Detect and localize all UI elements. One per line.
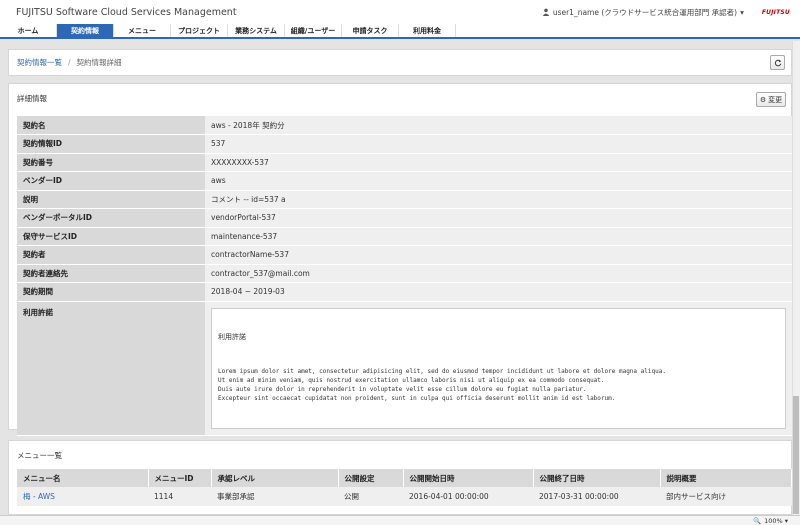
detail-key: 契約者 xyxy=(17,245,205,265)
details-title: 詳細情報 xyxy=(17,94,47,103)
detail-key: 契約名 xyxy=(17,116,205,135)
detail-value: XXXXXXXX-537 xyxy=(205,153,792,172)
nav-menu[interactable]: メニュー xyxy=(114,24,171,37)
menu-list-title: メニュー一覧 xyxy=(17,451,62,460)
detail-row: 説明 コメント -- id=537 a xyxy=(17,190,792,209)
details-table: 契約名 aws - 2018年 契約分 契約情報ID 537 契約番号 XXXXXXX… xyxy=(17,116,792,436)
main-nav: ホーム 契約情報 メニュー プロジェクト 業務システム 組織/ユーザー 申請タス… xyxy=(0,24,800,39)
detail-value: 537 xyxy=(205,134,792,154)
detail-key: 保守サービスID xyxy=(17,227,205,246)
user-name: user1_name (クラウドサービス統合運用部門 承認者) xyxy=(552,7,738,17)
zoom-level[interactable]: 100% xyxy=(764,517,783,525)
detail-row: 保守サービスID maintenance-537 xyxy=(17,227,792,246)
license-box: 利用許諾 Lorem ipsum dolor sit amet, consect… xyxy=(211,307,786,429)
detail-row-license: 利用許諾 利用許諾 Lorem ipsum dolor sit amet, co… xyxy=(17,301,792,436)
detail-value: contractorName-537 xyxy=(205,245,792,265)
table-cell: 公開 xyxy=(338,487,403,506)
detail-row: 契約番号 XXXXXXXX-537 xyxy=(17,153,792,172)
scrollbar-thumb[interactable] xyxy=(793,396,799,514)
column-header[interactable]: 公開終了日時 xyxy=(533,469,661,487)
detail-row: 契約情報ID 537 xyxy=(17,134,792,154)
detail-value: 2018-04 ~ 2019-03 xyxy=(205,282,792,302)
nav-projects[interactable]: プロジェクト xyxy=(171,24,228,37)
menu-table: メニュー名 メニューID 承認レベル 公開設定 公開開始日時 公開終了日時 説明… xyxy=(17,469,792,506)
refresh-icon xyxy=(774,59,781,66)
license-title: 利用許諾 xyxy=(218,332,246,341)
column-header[interactable]: 承認レベル xyxy=(211,469,339,487)
caret-down-icon: ▾ xyxy=(740,7,744,17)
breadcrumb-contract-list[interactable]: 契約情報一覧 xyxy=(17,57,62,68)
detail-row: 契約者連絡先 contractor_537@mail.com xyxy=(17,264,792,283)
zoom-icon: 🔍 xyxy=(753,516,762,525)
nav-home[interactable]: ホーム xyxy=(0,24,57,37)
detail-value: コメント -- id=537 a xyxy=(205,190,792,209)
detail-key: 契約番号 xyxy=(17,153,205,172)
user-icon xyxy=(542,8,550,16)
menu-list-panel: メニュー一覧 メニュー名 メニューID 承認レベル 公開設定 公開開始日時 公開… xyxy=(8,440,792,515)
menu-name-link[interactable]: 梅 - AWS xyxy=(23,492,55,501)
breadcrumb-current: 契約情報詳細 xyxy=(76,58,122,67)
gear-icon: ⚙ xyxy=(759,95,767,104)
detail-row: 契約期間 2018-04 ~ 2019-03 xyxy=(17,282,792,302)
detail-key: 説明 xyxy=(17,190,205,209)
nav-contracts[interactable]: 契約情報 xyxy=(57,24,114,37)
top-bar: FUJITSU Software Cloud Services Manageme… xyxy=(0,0,800,24)
user-menu[interactable]: user1_name (クラウドサービス統合運用部門 承認者) ▾ xyxy=(542,7,744,18)
edit-button[interactable]: ⚙ 変更 xyxy=(756,92,786,107)
app-title: FUJITSU Software Cloud Services Manageme… xyxy=(16,6,237,18)
detail-value: maintenance-537 xyxy=(205,227,792,246)
detail-value: aws xyxy=(205,171,792,191)
vertical-scrollbar[interactable] xyxy=(792,41,800,515)
detail-row: ベンダーポータルID vendorPortal-537 xyxy=(17,208,792,228)
table-cell: 2017-03-31 00:00:00 xyxy=(533,487,660,506)
column-header[interactable]: メニューID xyxy=(148,469,212,487)
table-row: 梅 - AWS 1114 事業部承認 公開 2016-04-01 00:00:0… xyxy=(17,487,792,506)
table-cell: 部内サービス向け xyxy=(660,487,792,506)
caret-down-icon: ▾ xyxy=(784,516,788,525)
detail-value: contractor_537@mail.com xyxy=(205,264,792,283)
column-header[interactable]: 公開設定 xyxy=(338,469,404,487)
status-bar: 🔍 100% ▾ xyxy=(0,515,800,525)
detail-key: ベンダーポータルID xyxy=(17,208,205,228)
detail-key: ベンダーID xyxy=(17,171,205,191)
column-header[interactable]: メニュー名 xyxy=(17,469,149,487)
detail-row: ベンダーID aws xyxy=(17,171,792,191)
breadcrumb: 契約情報一覧 / 契約情報詳細 xyxy=(8,49,792,76)
detail-key: 契約情報ID xyxy=(17,134,205,154)
nav-request-tasks[interactable]: 申請タスク xyxy=(342,24,399,37)
edit-button-label: 変更 xyxy=(768,95,783,104)
table-cell: 1114 xyxy=(148,487,211,506)
table-cell: 事業部承認 xyxy=(211,487,338,506)
nav-org-users[interactable]: 組織/ユーザー xyxy=(285,24,342,37)
detail-row: 契約名 aws - 2018年 契約分 xyxy=(17,116,792,135)
detail-key: 契約者連絡先 xyxy=(17,264,205,283)
column-header[interactable]: 説明概要 xyxy=(660,469,792,487)
detail-value: vendorPortal-537 xyxy=(205,208,792,228)
detail-key: 利用許諾 xyxy=(17,301,205,436)
detail-row: 契約者 contractorName-537 xyxy=(17,245,792,265)
detail-key: 契約期間 xyxy=(17,282,205,302)
details-panel: 詳細情報 ⚙ 変更 契約名 aws - 2018年 契約分 契約情報ID 537 契約… xyxy=(8,83,792,436)
refresh-button[interactable] xyxy=(770,55,785,70)
page-content: 契約情報一覧 / 契約情報詳細 詳細情報 ⚙ 変更 契約名 aws - 2018年 … xyxy=(0,41,792,515)
nav-usage-fees[interactable]: 利用料金 xyxy=(399,24,456,37)
fujitsu-logo: FUJITSU xyxy=(761,8,790,16)
column-header[interactable]: 公開開始日時 xyxy=(403,469,534,487)
breadcrumb-separator: / xyxy=(68,58,71,67)
table-cell: 2016-04-01 00:00:00 xyxy=(403,487,533,506)
menu-table-header: メニュー名 メニューID 承認レベル 公開設定 公開開始日時 公開終了日時 説明… xyxy=(17,469,792,487)
detail-value: aws - 2018年 契約分 xyxy=(205,116,792,135)
nav-business-systems[interactable]: 業務システム xyxy=(228,24,285,37)
license-text: Lorem ipsum dolor sit amet, consectetur … xyxy=(218,367,666,403)
